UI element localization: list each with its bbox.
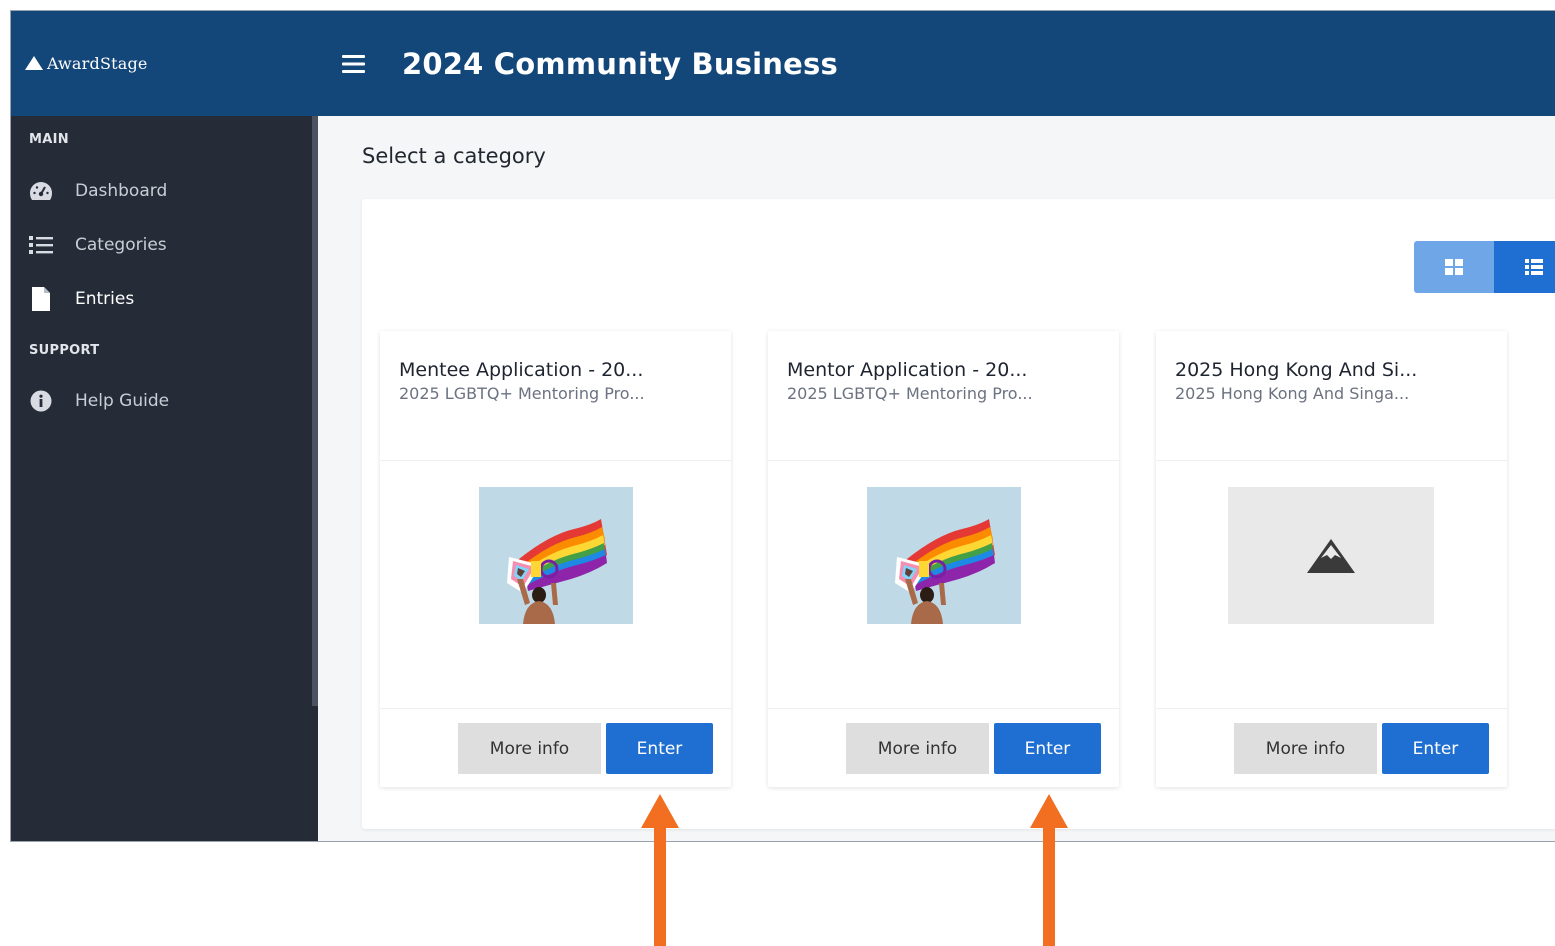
- mountain-logo-icon: [25, 56, 43, 70]
- enter-button[interactable]: Enter: [994, 723, 1101, 774]
- card-actions: More info Enter: [380, 710, 731, 787]
- section-title: Select a category: [362, 144, 546, 168]
- sidebar-item-label: Help Guide: [75, 391, 170, 411]
- view-toggle: [1414, 241, 1555, 293]
- app-window: AwardStage 2024 Community Business MAIN: [10, 10, 1555, 842]
- brand-name: AwardStage: [47, 53, 148, 73]
- card-actions: More info Enter: [768, 710, 1119, 787]
- enter-button[interactable]: Enter: [606, 723, 713, 774]
- enter-button[interactable]: Enter: [1382, 723, 1489, 774]
- card-subtitle: 2025 LGBTQ+ Mentoring Pro...: [399, 384, 645, 403]
- file-icon: [28, 287, 54, 311]
- grid-view-button[interactable]: [1414, 241, 1494, 293]
- annotation-arrow-2: [1030, 794, 1068, 946]
- card-title: 2025 Hong Kong And Si...: [1175, 359, 1418, 381]
- card-media: [768, 461, 1119, 709]
- main-content: Select a category Mentee Application - 2…: [318, 116, 1555, 841]
- sidebar-item-categories[interactable]: Categories: [11, 225, 311, 265]
- dashboard-gauge-icon: [28, 179, 54, 203]
- category-card-1: Mentee Application - 20... 2025 LGBTQ+ M…: [380, 331, 731, 787]
- page-title: 2024 Community Business: [402, 47, 838, 81]
- card-title: Mentor Application - 20...: [787, 359, 1028, 381]
- sidebar: MAIN Dashboard Categories Entries SUPPOR…: [11, 116, 318, 841]
- hamburger-icon: [342, 55, 365, 73]
- sidebar-item-entries[interactable]: Entries: [11, 279, 311, 319]
- more-info-button[interactable]: More info: [846, 723, 989, 774]
- pride-flag-photo: [479, 487, 633, 624]
- sidebar-item-label: Entries: [75, 289, 135, 309]
- card-actions: More info Enter: [1156, 710, 1507, 787]
- sidebar-item-help-guide[interactable]: Help Guide: [11, 381, 311, 421]
- card-media: [380, 461, 731, 709]
- category-card-3: 2025 Hong Kong And Si... 2025 Hong Kong …: [1156, 331, 1507, 787]
- more-info-button[interactable]: More info: [458, 723, 601, 774]
- sidebar-heading-support: SUPPORT: [29, 343, 100, 358]
- sidebar-item-dashboard[interactable]: Dashboard: [11, 171, 311, 211]
- category-panel: Mentee Application - 20... 2025 LGBTQ+ M…: [362, 199, 1555, 829]
- top-bar: AwardStage 2024 Community Business: [11, 11, 1555, 116]
- brand-logo[interactable]: AwardStage: [25, 51, 148, 75]
- image-placeholder: [1228, 487, 1434, 624]
- card-header: Mentor Application - 20... 2025 LGBTQ+ M…: [768, 331, 1119, 461]
- card-subtitle: 2025 Hong Kong And Singa...: [1175, 384, 1410, 403]
- menu-toggle-button[interactable]: [341, 51, 367, 77]
- placeholder-mountain-icon: [1307, 538, 1355, 573]
- sidebar-item-label: Categories: [75, 235, 167, 255]
- category-card-2: Mentor Application - 20... 2025 LGBTQ+ M…: [768, 331, 1119, 787]
- list-icon: [28, 233, 54, 257]
- sidebar-item-label: Dashboard: [75, 181, 168, 201]
- grid-view-icon: [1445, 259, 1463, 275]
- card-header: Mentee Application - 20... 2025 LGBTQ+ M…: [380, 331, 731, 461]
- list-view-button[interactable]: [1494, 241, 1555, 293]
- list-view-icon: [1525, 259, 1543, 275]
- pride-flag-photo: [867, 487, 1021, 624]
- annotation-arrow-1: [641, 794, 679, 946]
- sidebar-heading-main: MAIN: [29, 132, 69, 147]
- card-subtitle: 2025 LGBTQ+ Mentoring Pro...: [787, 384, 1033, 403]
- card-header: 2025 Hong Kong And Si... 2025 Hong Kong …: [1156, 331, 1507, 461]
- info-circle-icon: [28, 389, 54, 413]
- more-info-button[interactable]: More info: [1234, 723, 1377, 774]
- card-media: [1156, 461, 1507, 709]
- card-title: Mentee Application - 20...: [399, 359, 644, 381]
